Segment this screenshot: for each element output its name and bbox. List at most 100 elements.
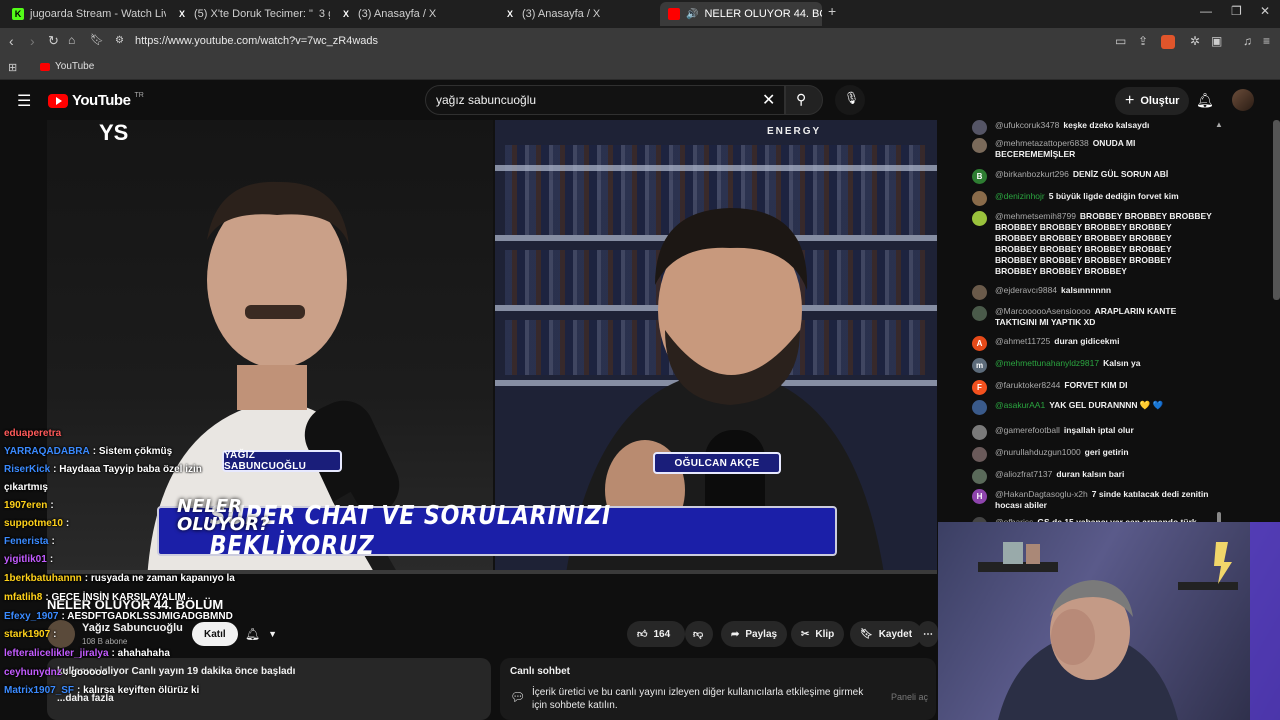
chat-avatar[interactable]: B xyxy=(972,169,987,184)
chat-avatar[interactable]: A xyxy=(972,336,987,351)
chat-body: @MarcoooooAsensioooo ARAPLARIN KANTE TAKT… xyxy=(995,306,1216,328)
bookmark-youtube[interactable]: YouTube xyxy=(40,61,94,72)
chat-username[interactable]: @MarcoooooAsensioooo xyxy=(995,306,1091,316)
url-field[interactable]: https://www.youtube.com/watch?v=7wc_zR4w… xyxy=(135,35,378,47)
chat-avatar[interactable] xyxy=(972,447,987,462)
new-tab-icon[interactable]: + xyxy=(828,3,836,19)
chat-avatar[interactable] xyxy=(972,469,987,484)
kick-chat-message: : xyxy=(49,554,54,565)
chat-username[interactable]: @denizinhojr xyxy=(995,191,1045,201)
chat-body: @asakurAA1 YAK GEL DURANNNN 💛 💙 xyxy=(995,400,1163,415)
chat-avatar[interactable] xyxy=(972,400,987,415)
brave-shield-icon[interactable] xyxy=(1161,35,1175,49)
browser-tab[interactable]: X (3) Anasayfa / X xyxy=(332,2,494,26)
chat-username[interactable]: @ejderavcı9884 xyxy=(995,285,1057,295)
hamburger-icon[interactable]: ☰ xyxy=(17,91,31,111)
apps-icon[interactable]: ⊞ xyxy=(8,61,17,74)
plus-icon: + xyxy=(1125,92,1135,109)
browser-tab[interactable]: X (3) Anasayfa / X xyxy=(496,2,658,26)
kick-chat-line: stark1907: xyxy=(4,629,57,640)
screen-icon[interactable]: ▭ xyxy=(1115,34,1126,48)
chat-username[interactable]: @birkanbozkurt296 xyxy=(995,169,1069,179)
page-scrollbar[interactable] xyxy=(1273,120,1280,300)
chat-username[interactable]: @mehmetazattoper6838 xyxy=(995,138,1089,148)
account-avatar[interactable] xyxy=(1232,89,1254,111)
kick-chat-line: çıkartmış xyxy=(4,482,51,493)
youtube-logo[interactable]: YouTube TR xyxy=(48,92,144,109)
more-actions-button[interactable]: ⋯ xyxy=(918,621,938,647)
chat-message: @asakurAA1 YAK GEL DURANNNN 💛 💙 xyxy=(972,400,1216,415)
kick-chat-username: suppotme10 xyxy=(4,518,63,529)
share-icon[interactable]: ⇪ xyxy=(1138,34,1148,48)
clip-button[interactable]: ✂ Klip xyxy=(791,621,845,647)
music-icon[interactable]: ♫ xyxy=(1243,34,1252,48)
chat-username[interactable]: @nurullahduzgun1000 xyxy=(995,447,1081,457)
chat-username[interactable]: @asakurAA1 xyxy=(995,400,1045,410)
chat-avatar[interactable]: m xyxy=(972,358,987,373)
youtube-icon xyxy=(40,62,50,71)
address-bar: ‹ › ↻ ⌂ 🔖︎ ⚙ https://www.youtube.com/wat… xyxy=(0,28,1280,56)
back-icon[interactable]: ‹ xyxy=(9,33,14,49)
site-info-icon[interactable]: ⚙ xyxy=(115,35,124,46)
tab-title: (3) Anasayfa / X xyxy=(522,8,601,20)
create-label: Oluştur xyxy=(1140,95,1180,107)
dislike-button[interactable]: 👎︎ xyxy=(685,621,713,647)
tab-title: (5) X'te Doruk Tecimer: " xyxy=(194,8,313,20)
browser-tab-active[interactable]: 🔊 NELER OLUYOR 44. BÖLÜM - ✕ xyxy=(660,2,822,26)
kick-chat-message: : xyxy=(53,629,57,640)
kick-chat-message: : GECE İNSİN KARŞILAYALIM xyxy=(45,592,186,603)
chat-username[interactable]: @mehmetsemih8799 xyxy=(995,211,1076,221)
share-button[interactable]: ➦ Paylaş xyxy=(721,621,788,647)
chat-avatar[interactable]: F xyxy=(972,380,987,395)
banner-text: SUPER CHAT VE SORULARINIZI BEKLİYORUZ xyxy=(209,501,612,561)
chat-text: Kalsın ya xyxy=(1103,358,1141,368)
create-button[interactable]: + Oluştur xyxy=(1115,87,1190,115)
scroll-up-icon[interactable]: ▲ xyxy=(1215,120,1223,129)
minimize-icon[interactable]: — xyxy=(1200,4,1212,18)
open-panel-button[interactable]: Paneli aç xyxy=(891,692,928,702)
kick-chat-message: : kalırsa keyiften ölürüz ki xyxy=(77,685,200,696)
chat-username[interactable]: @faruktoker8244 xyxy=(995,380,1060,390)
chat-avatar[interactable] xyxy=(972,285,987,300)
chat-avatar[interactable] xyxy=(972,211,987,226)
reload-icon[interactable]: ↻ xyxy=(48,33,59,49)
chat-username[interactable]: @HakanDagtasoglu-x2h xyxy=(995,489,1088,499)
browser-tab[interactable]: X (5) X'te Doruk Tecimer: " 3 gün ön xyxy=(168,2,330,26)
save-button[interactable]: 🔖︎ Kaydet xyxy=(850,621,923,647)
chat-body: @mehmetazattoper6838 ONUDA MI BECEREMEMİŞ… xyxy=(995,138,1216,160)
extensions-icon[interactable]: ✲ xyxy=(1190,34,1200,48)
x-icon: X xyxy=(178,9,185,19)
sidebar-icon[interactable]: ▣ xyxy=(1211,34,1222,48)
kick-chat-line: Matrix1907_SF: kalırsa keyiften ölürüz k… xyxy=(4,685,199,696)
chat-body: @ufukcoruk3478 keşke dzeko kalsaydı xyxy=(995,120,1149,135)
chat-avatar[interactable] xyxy=(972,425,987,440)
like-button[interactable]: 👍︎ 164 xyxy=(627,621,685,647)
chat-message: @nurullahduzgun1000 geri getirin xyxy=(972,447,1216,462)
chat-bubble-icon: 💬︎ xyxy=(510,690,526,704)
chat-username[interactable]: @aliozfrat7137 xyxy=(995,469,1052,479)
chat-avatar[interactable] xyxy=(972,138,987,153)
chat-avatar[interactable]: H xyxy=(972,489,987,504)
chat-username[interactable]: @ahmet11725 xyxy=(995,336,1050,346)
menu-icon[interactable]: ≡ xyxy=(1263,34,1270,48)
chat-scrollbar[interactable]: ▲ xyxy=(1215,120,1223,524)
chat-avatar[interactable] xyxy=(972,120,987,135)
chat-username[interactable]: @ufukcoruk3478 xyxy=(995,120,1059,130)
thumbs-down-icon: 👎︎ xyxy=(693,629,704,640)
search-input[interactable] xyxy=(436,93,756,107)
maximize-icon[interactable]: ❐ xyxy=(1231,4,1242,18)
chat-avatar[interactable] xyxy=(972,306,987,321)
browser-tab[interactable]: K jugoarda Stream - Watch Live on Kick xyxy=(4,2,166,26)
notifications-icon[interactable]: 🔔︎ xyxy=(1196,92,1214,109)
chat-avatar[interactable] xyxy=(972,191,987,206)
forward-icon[interactable]: › xyxy=(30,33,35,49)
clear-search-icon[interactable]: ✕ xyxy=(762,90,775,110)
share-label: Paylaş xyxy=(745,628,778,640)
chat-username[interactable]: @mehmettunahanyldz9817 xyxy=(995,358,1099,368)
bookmark-icon[interactable]: 🔖︎ xyxy=(90,33,104,46)
kick-chat-username: yigitlik01 xyxy=(4,554,47,565)
kick-chat-username: RiserKick xyxy=(4,464,51,475)
home-icon[interactable]: ⌂ xyxy=(68,33,75,47)
close-window-icon[interactable]: ✕ xyxy=(1260,4,1270,18)
chat-username[interactable]: @gamerefootball xyxy=(995,425,1060,435)
